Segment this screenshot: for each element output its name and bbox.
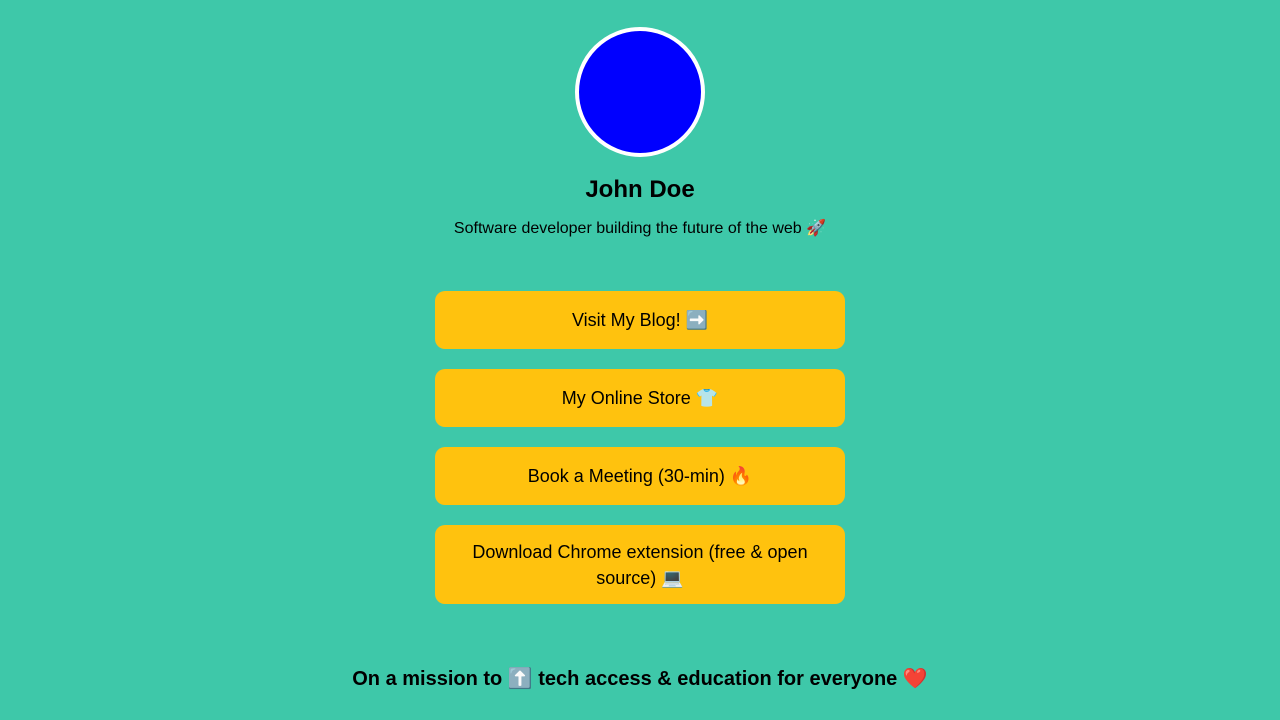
download-extension-button[interactable]: Download Chrome extension (free & open s… [435, 525, 845, 604]
visit-blog-button[interactable]: Visit My Blog! ➡️ [435, 291, 845, 349]
profile-name: John Doe [585, 176, 695, 203]
mission-statement: On a mission to ⬆️ tech access & educati… [352, 668, 928, 690]
profile-avatar [575, 27, 705, 157]
online-store-button[interactable]: My Online Store 👕 [435, 369, 845, 427]
book-meeting-button[interactable]: Book a Meeting (30-min) 🔥 [435, 447, 845, 505]
profile-bio: Software developer building the future o… [453, 220, 827, 237]
link-list: Visit My Blog! ➡️ My Online Store 👕 Book… [435, 291, 845, 604]
